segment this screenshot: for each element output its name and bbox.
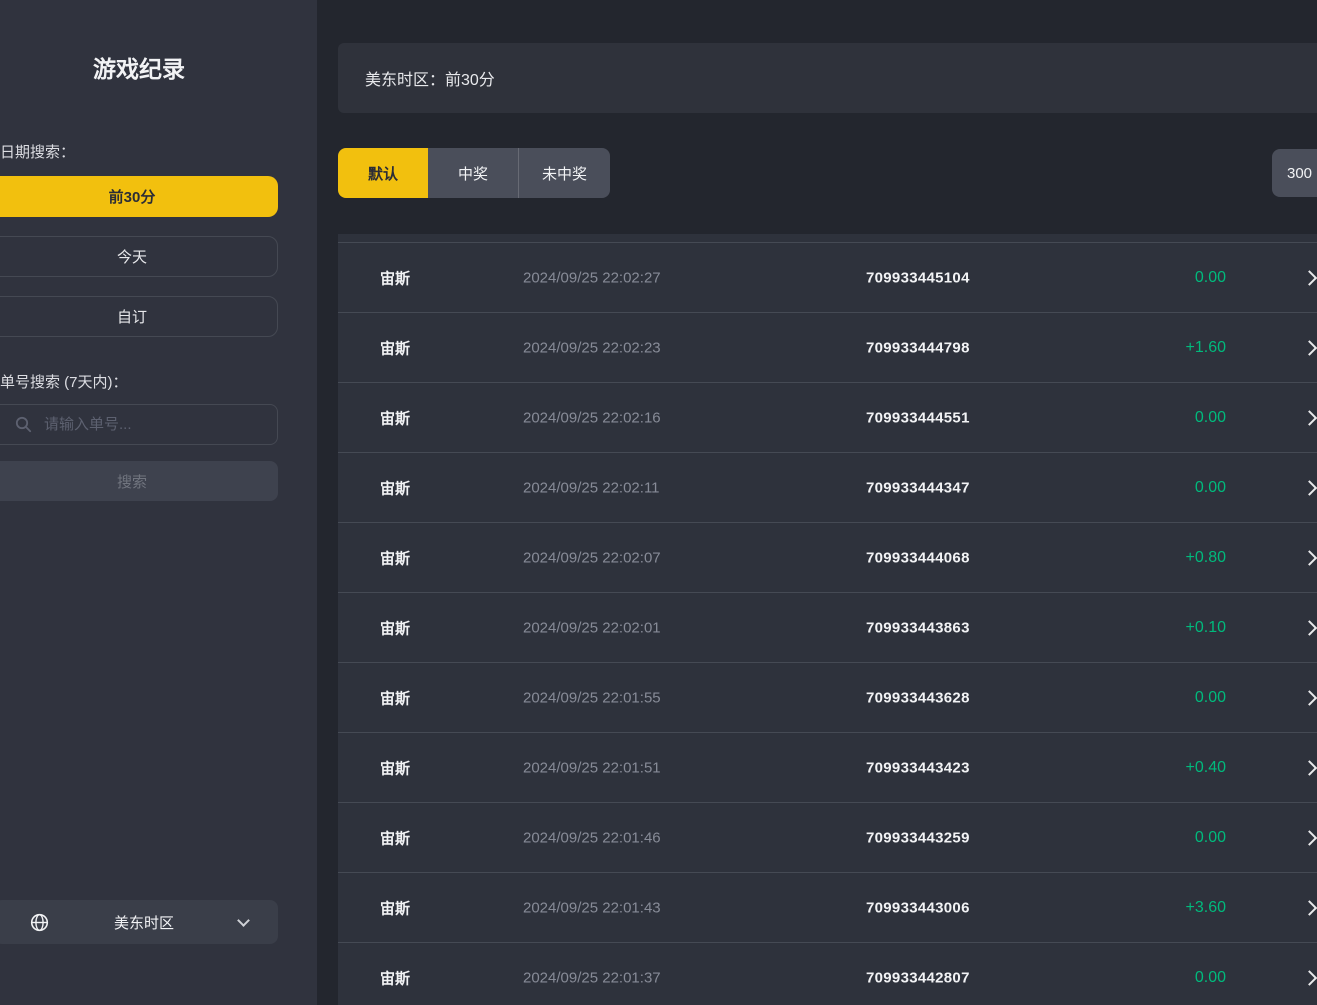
order-number: 709933443423 — [866, 759, 970, 776]
chevron-right-icon — [1302, 900, 1317, 916]
game-name: 宙斯 — [380, 477, 410, 498]
bet-time: 2024/09/25 22:01:55 — [523, 689, 661, 706]
order-number: 709933445104 — [866, 269, 970, 286]
search-button[interactable]: 搜索 — [0, 461, 278, 501]
order-number: 709933444551 — [866, 409, 970, 426]
amount-value: 0.00 — [1195, 479, 1226, 497]
chevron-right-icon — [1302, 760, 1317, 776]
amount-value: +0.80 — [1186, 549, 1226, 567]
order-number: 709933442807 — [866, 969, 970, 986]
table-row[interactable]: 宙斯 2024/09/25 22:02:27 709933445104 0.00 — [338, 243, 1317, 313]
timezone-summary-text: 美东时区：前30分 — [365, 66, 495, 90]
timezone-summary-bar: 美东时区：前30分 — [338, 43, 1317, 113]
game-name: 宙斯 — [380, 757, 410, 778]
bet-time: 2024/09/25 22:01:51 — [523, 759, 661, 776]
tab-winning[interactable]: 中奖 — [428, 148, 518, 198]
game-name: 宙斯 — [380, 827, 410, 848]
chevron-right-icon — [1302, 410, 1317, 426]
date-search-label: 日期搜索： — [0, 141, 75, 162]
game-name: 宙斯 — [380, 337, 410, 358]
bet-time: 2024/09/25 22:01:46 — [523, 829, 661, 846]
chevron-right-icon — [1302, 970, 1317, 986]
record-count-button[interactable]: 300 — [1272, 149, 1317, 197]
bet-time: 2024/09/25 22:02:16 — [523, 409, 661, 426]
date-filter-last30min-button[interactable]: 前30分 — [0, 176, 278, 217]
table-row[interactable]: 宙斯 2024/09/25 22:02:01 709933443863 +0.10 — [338, 593, 1317, 663]
bet-time: 2024/09/25 22:02:23 — [523, 339, 661, 356]
game-name: 宙斯 — [380, 897, 410, 918]
order-search-label: 单号搜索 (7天内)： — [0, 371, 128, 392]
chevron-right-icon — [1302, 270, 1317, 286]
table-row[interactable]: 宙斯 2024/09/25 22:02:07 709933444068 +0.80 — [338, 523, 1317, 593]
order-search-box — [0, 404, 278, 445]
table-row[interactable]: 宙斯 2024/09/25 22:01:55 709933443628 0.00 — [338, 663, 1317, 733]
sidebar: 游戏纪录 日期搜索： 前30分 今天 自订 单号搜索 (7天内)： 搜索 美东时… — [0, 0, 317, 1005]
table-row[interactable]: 宙斯 2024/09/25 22:01:46 709933443259 0.00 — [338, 803, 1317, 873]
chevron-right-icon — [1302, 690, 1317, 706]
result-filter-tabs: 默认 中奖 未中奖 — [338, 148, 610, 198]
table-row[interactable]: 宙斯 2024/09/25 22:02:11 709933444347 0.00 — [338, 453, 1317, 523]
amount-value: +0.40 — [1186, 759, 1226, 777]
date-filter-custom-button[interactable]: 自订 — [0, 296, 278, 337]
tab-default[interactable]: 默认 — [338, 148, 428, 198]
amount-value: +1.60 — [1186, 339, 1226, 357]
chevron-right-icon — [1302, 480, 1317, 496]
timezone-label: 美东时区 — [49, 912, 239, 933]
bet-time: 2024/09/25 22:02:11 — [523, 479, 660, 496]
order-search-input[interactable] — [44, 416, 277, 433]
amount-value: 0.00 — [1195, 409, 1226, 427]
amount-value: 0.00 — [1195, 689, 1226, 707]
game-name: 宙斯 — [380, 407, 410, 428]
page-title: 游戏纪录 — [0, 50, 278, 84]
chevron-right-icon — [1302, 340, 1317, 356]
amount-value: +3.60 — [1186, 899, 1226, 917]
table-row[interactable]: 宙斯 2024/09/25 22:01:43 709933443006 +3.60 — [338, 873, 1317, 943]
game-records-page: 游戏纪录 日期搜索： 前30分 今天 自订 单号搜索 (7天内)： 搜索 美东时… — [0, 0, 1317, 1005]
game-name: 宙斯 — [380, 267, 410, 288]
order-number: 709933444068 — [866, 549, 970, 566]
game-name: 宙斯 — [380, 617, 410, 638]
bet-time: 2024/09/25 22:02:01 — [523, 619, 661, 636]
chevron-down-icon — [237, 914, 250, 927]
amount-value: 0.00 — [1195, 969, 1226, 987]
bet-time: 2024/09/25 22:01:43 — [523, 899, 661, 916]
order-number: 709933444347 — [866, 479, 970, 496]
game-name: 宙斯 — [380, 967, 410, 988]
order-number: 709933443006 — [866, 899, 970, 916]
table-row[interactable]: 宙斯 2024/09/25 22:01:37 709933442807 0.00 — [338, 943, 1317, 1005]
search-icon — [15, 416, 32, 433]
table-row[interactable]: 宙斯 2024/09/25 22:01:51 709933443423 +0.40 — [338, 733, 1317, 803]
amount-value: 0.00 — [1195, 829, 1226, 847]
chevron-right-icon — [1302, 830, 1317, 846]
main-content: 美东时区：前30分 默认 中奖 未中奖 300 宙斯 2024/09/25 22:… — [317, 0, 1317, 1005]
order-number: 709933443259 — [866, 829, 970, 846]
chevron-right-icon — [1302, 550, 1317, 566]
globe-icon — [30, 913, 49, 932]
bet-time: 2024/09/25 22:02:07 — [523, 549, 661, 566]
order-number: 709933443628 — [866, 689, 970, 706]
order-number: 709933443863 — [866, 619, 970, 636]
table-row-partial — [338, 234, 1317, 243]
chevron-right-icon — [1302, 620, 1317, 636]
timezone-selector[interactable]: 美东时区 — [0, 900, 278, 944]
game-name: 宙斯 — [380, 687, 410, 708]
game-name: 宙斯 — [380, 547, 410, 568]
table-row[interactable]: 宙斯 2024/09/25 22:02:23 709933444798 +1.60 — [338, 313, 1317, 383]
amount-value: 0.00 — [1195, 269, 1226, 287]
date-filter-today-button[interactable]: 今天 — [0, 236, 278, 277]
order-number: 709933444798 — [866, 339, 970, 356]
bet-time: 2024/09/25 22:01:37 — [523, 969, 661, 986]
amount-value: +0.10 — [1186, 619, 1226, 637]
records-table: 宙斯 2024/09/25 22:02:27 709933445104 0.00 宙斯 2… — [338, 234, 1317, 1005]
tab-not-winning[interactable]: 未中奖 — [518, 148, 610, 198]
table-row[interactable]: 宙斯 2024/09/25 22:02:16 709933444551 0.00 — [338, 383, 1317, 453]
bet-time: 2024/09/25 22:02:27 — [523, 269, 661, 286]
